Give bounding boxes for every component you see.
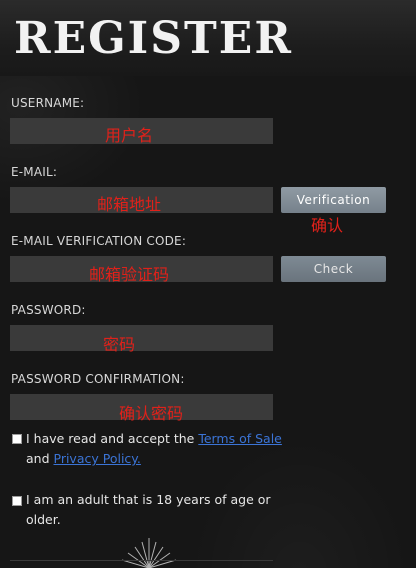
adult-checkbox[interactable]	[12, 496, 22, 506]
adult-line1: I am an adult that is 18 years of age or	[26, 492, 271, 507]
verification-note: 确认	[311, 216, 344, 235]
footer-divider	[10, 560, 273, 561]
page-title: REGISTER	[14, 13, 293, 64]
emblem-icon	[121, 538, 177, 568]
privacy-policy-link[interactable]: Privacy Policy.	[54, 451, 141, 466]
check-button[interactable]: Check	[281, 256, 386, 282]
email-label: E-MAIL:	[11, 165, 58, 179]
email-code-label: E-MAIL VERIFICATION CODE:	[11, 234, 187, 248]
password-field-value: 密码	[103, 335, 136, 354]
username-field-value: 用户名	[105, 126, 154, 145]
adult-line2: older.	[26, 512, 61, 527]
password-confirm-label: PASSWORD CONFIRMATION:	[11, 372, 185, 386]
terms-of-sale-link[interactable]: Terms of Sale	[198, 431, 282, 446]
password-confirm-field-value: 确认密码	[119, 404, 184, 423]
terms-prefix-text: I have read and accept the	[26, 431, 199, 446]
password-label: PASSWORD:	[11, 303, 86, 317]
terms-line2: and Privacy Policy.	[26, 449, 141, 469]
terms-line1: I have read and accept the Terms of Sale	[26, 429, 282, 449]
email-field-value: 邮箱地址	[97, 195, 162, 214]
verification-button[interactable]: Verification	[281, 187, 386, 213]
terms-and-text: and	[26, 451, 54, 466]
email-code-field-value: 邮箱验证码	[89, 265, 170, 284]
username-label: USERNAME:	[11, 96, 85, 110]
terms-checkbox[interactable]	[12, 434, 22, 444]
password-field[interactable]	[10, 325, 273, 351]
header-bar: REGISTER	[0, 0, 416, 76]
